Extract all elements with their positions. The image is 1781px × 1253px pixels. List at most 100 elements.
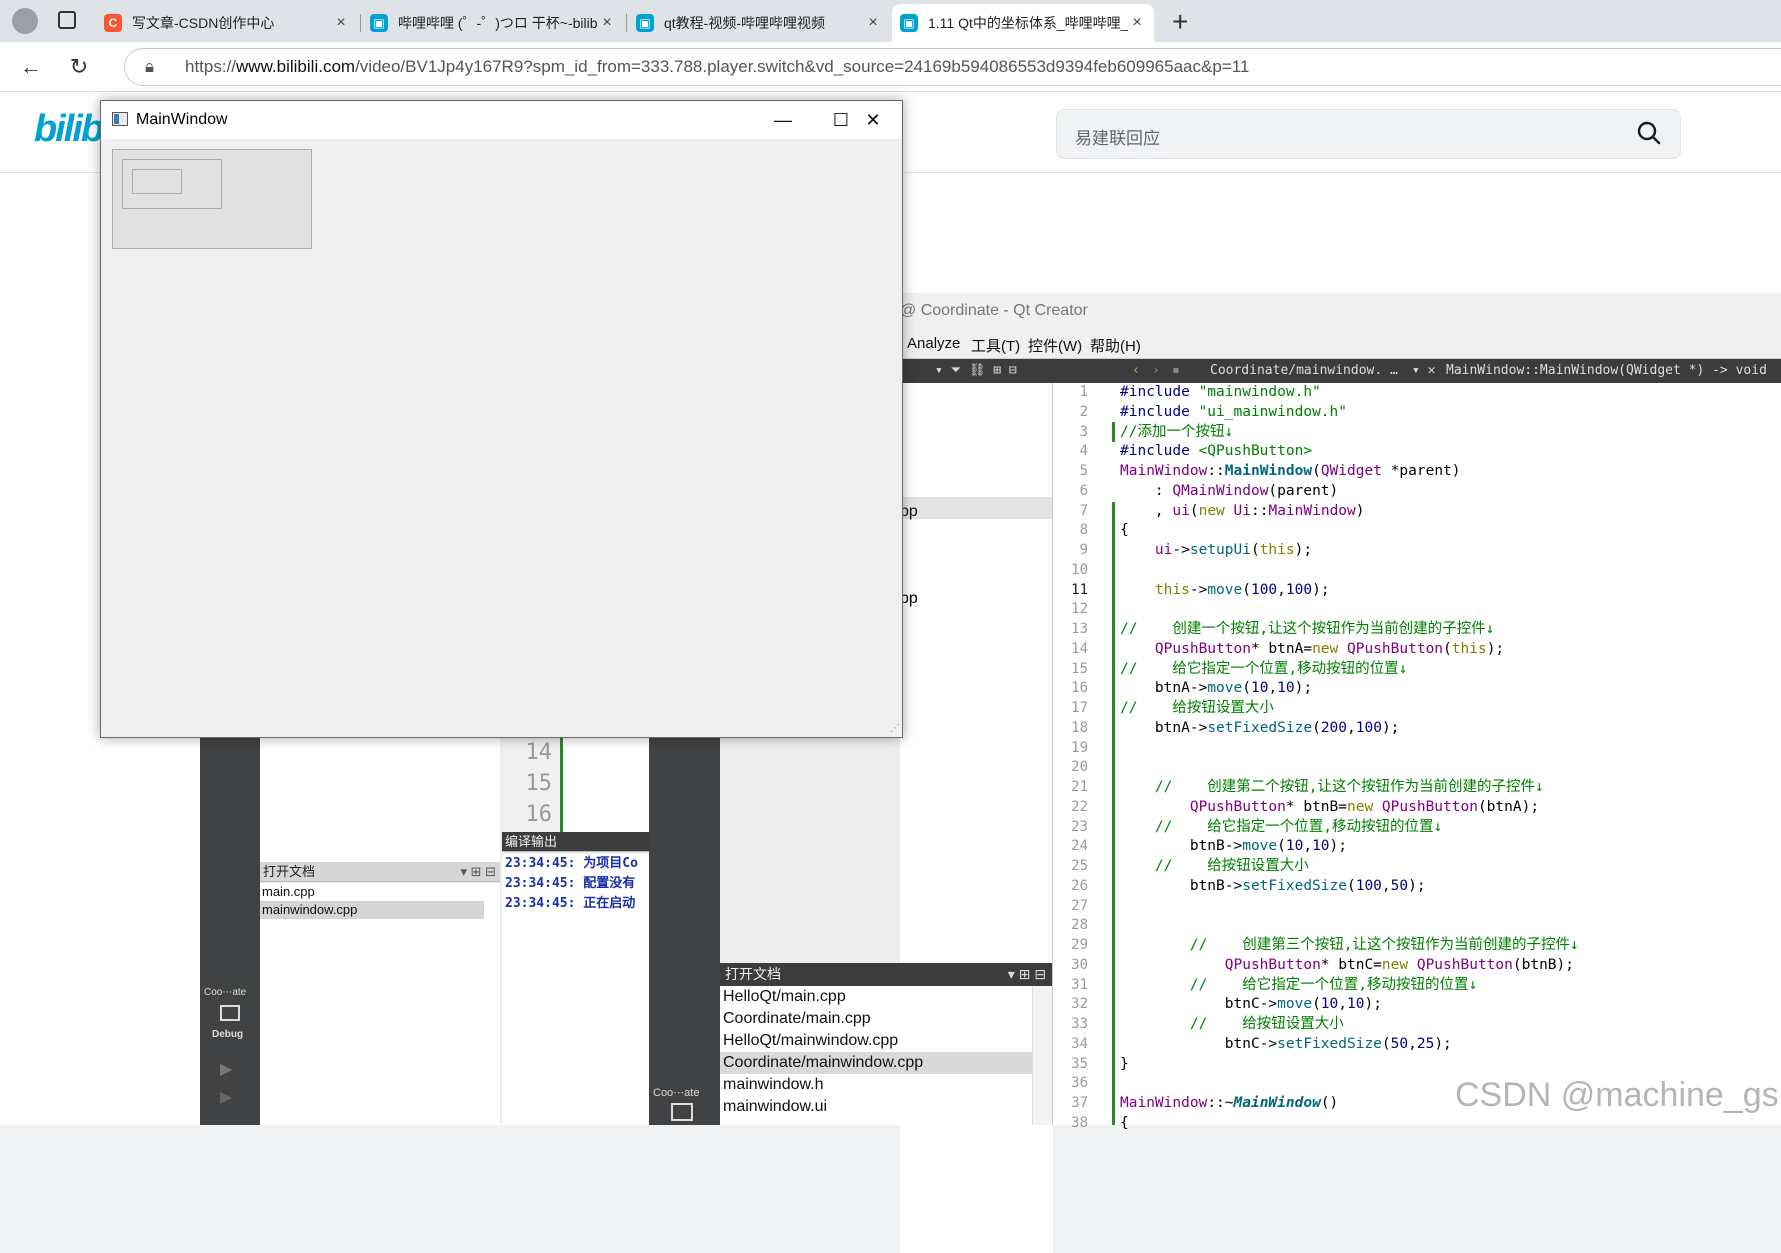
bilibili-tv-icon: ▣: [370, 14, 388, 32]
browser-address-bar: ← ↻ 🔒︎ https://www.bilibili.com/video/BV…: [0, 42, 1781, 92]
csdn-watermark: CSDN @machine_gsr: [1455, 1076, 1781, 1114]
qt-creator-menubar: Analyze 工具(T) 控件(W) 帮助(H): [900, 329, 1781, 359]
close-tab-icon[interactable]: ×: [1128, 14, 1146, 32]
resize-grip-icon[interactable]: ⋰: [888, 723, 900, 735]
list-item[interactable]: HelloQt/mainwindow.cpp: [720, 1030, 1032, 1052]
csdn-icon: C: [104, 14, 122, 32]
bilibili-tv-icon: ▣: [900, 14, 918, 32]
open-docs-small-list: main.cpp mainwindow.cpp: [260, 883, 500, 1125]
list-item[interactable]: HelloQt/main.cpp: [720, 986, 1032, 1008]
code-editor[interactable]: #include "mainwindow.h" #include "ui_mai…: [1118, 383, 1781, 1131]
line-number: 35: [1071, 1055, 1088, 1072]
list-item[interactable]: mainwindow.cpp: [260, 901, 484, 919]
list-item[interactable]: Coordinate/mainwindow.cpp: [720, 1052, 1032, 1074]
main-window-titlebar[interactable]: MainWindow — ☐ ✕: [101, 101, 902, 139]
app-window-icon: [112, 112, 128, 126]
line-number: 12: [1071, 601, 1088, 618]
qt-creator-title: @ Coordinate - Qt Creator: [900, 293, 1781, 329]
line-number: 28: [1071, 917, 1088, 934]
editor-symbol-combo[interactable]: MainWindow::MainWindow(QWidget *) -> voi…: [1446, 359, 1767, 383]
reload-icon[interactable]: ↻: [64, 52, 94, 82]
menu-help[interactable]: 帮助(H): [1090, 335, 1141, 356]
line-number: 20: [1071, 759, 1088, 776]
lock-icon: ▪: [1172, 363, 1180, 378]
menu-controls[interactable]: 控件(W): [1028, 335, 1082, 356]
debug-run-icon[interactable]: ▶: [220, 1087, 232, 1107]
run-icon[interactable]: ▶: [220, 1059, 232, 1079]
old-line-gutter: 14 15 16: [502, 737, 560, 832]
filter-icon[interactable]: ▾ ⏷ ⛓ ⊞ ⊟: [935, 359, 1017, 383]
line-number: 31: [1071, 976, 1088, 993]
push-button-c[interactable]: [132, 169, 182, 194]
mode-sidebar-2: Coo⋯ate: [649, 737, 720, 1125]
line-number: 23: [1071, 818, 1088, 835]
pane-controls-icon[interactable]: ▾ ⊞ ⊟: [460, 862, 496, 882]
line-number: 14: [1071, 640, 1088, 657]
tab-qt-tutorial[interactable]: ▣ qt教程-视频-哔哩哔哩视频 ×: [628, 4, 890, 42]
url-input[interactable]: 🔒︎ https://www.bilibili.com/video/BV1Jp4…: [124, 48, 1781, 86]
line-number: 6: [1079, 482, 1088, 499]
close-tab-icon[interactable]: ×: [864, 14, 882, 32]
mode-sidebar: Coo⋯ate Debug ▶ ▶: [200, 737, 260, 1125]
menu-tools[interactable]: 工具(T): [971, 335, 1020, 356]
line-number: 18: [1071, 719, 1088, 736]
line-number: 2: [1079, 403, 1088, 420]
list-item[interactable]: mainwindow.h: [720, 1074, 1032, 1096]
line-number: 17: [1071, 700, 1088, 716]
menu-analyze[interactable]: Analyze: [907, 335, 960, 352]
new-tab-button[interactable]: +: [1172, 6, 1188, 38]
editor-file-combo[interactable]: Coordinate/mainwindow. …: [1210, 359, 1398, 383]
line-number: 37: [1071, 1095, 1088, 1111]
compile-output-header: 编译输出: [502, 832, 649, 852]
line-number: 38: [1071, 1114, 1088, 1131]
editor-toolbar: ▾ ⏷ ⛓ ⊞ ⊟ ‹ › ▪ Coordinate/mainwindow. ……: [900, 359, 1781, 383]
line-number: 21: [1071, 779, 1088, 795]
search-icon[interactable]: [1636, 120, 1662, 146]
browser-tab-strip: C 写文章-CSDN创作中心 × ▣ 哔哩哔哩 (゜-゜)つロ 干杯~-bili…: [0, 0, 1781, 42]
line-number: 29: [1071, 937, 1088, 953]
line-number: 9: [1079, 542, 1088, 558]
close-doc-icon[interactable]: ▾ ✕: [1412, 359, 1435, 383]
main-window: MainWindow — ☐ ✕ ⋰: [100, 100, 903, 738]
line-number: 27: [1071, 897, 1088, 914]
line-number: 3: [1079, 423, 1088, 440]
tab-qt-coordinate[interactable]: ▣ 1.11 Qt中的坐标体系_哔哩哔哩_bi ×: [892, 4, 1154, 42]
line-number: 25: [1071, 858, 1088, 874]
monitor-icon[interactable]: [671, 1103, 693, 1121]
line-number: 30: [1071, 956, 1088, 973]
monitor-icon[interactable]: [220, 1005, 240, 1021]
line-number: 11: [1071, 581, 1088, 598]
push-button-b[interactable]: [122, 159, 222, 209]
list-item[interactable]: mainwindow.ui: [720, 1096, 1032, 1118]
line-number: 32: [1071, 996, 1088, 1013]
nav-back-icon[interactable]: ‹: [1132, 359, 1140, 383]
line-number: 8: [1079, 522, 1088, 539]
close-tab-icon[interactable]: ×: [332, 14, 350, 32]
close-button[interactable]: ✕: [844, 101, 902, 139]
scrollbar[interactable]: [1032, 986, 1052, 1125]
line-number-gutter: 1 2 3 4 5 6 7 8 9 10 11 12 13 14 15 16 17 18 19 20 21 22 23 24 2…: [1052, 383, 1118, 1131]
profile-avatar[interactable]: [12, 8, 38, 34]
nav-forward-icon[interactable]: ›: [1152, 359, 1160, 383]
line-number: 34: [1071, 1035, 1088, 1052]
pane-controls-icon[interactable]: ▾ ⊞ ⊟: [1008, 963, 1046, 986]
line-number: 33: [1071, 1016, 1088, 1032]
line-number: 10: [1071, 561, 1088, 578]
push-button-a[interactable]: [112, 149, 312, 249]
open-docs-list: HelloQt/main.cpp Coordinate/main.cpp Hel…: [720, 986, 1052, 1125]
tab-csdn[interactable]: C 写文章-CSDN创作中心 ×: [96, 4, 358, 42]
list-item[interactable]: Coordinate/main.cpp: [720, 1008, 1032, 1030]
open-docs-small-header: 打开文档 ▾ ⊞ ⊟: [260, 862, 500, 882]
minimize-button[interactable]: —: [754, 101, 812, 139]
line-number: 26: [1071, 877, 1088, 894]
tab-actions-icon[interactable]: [58, 11, 76, 29]
back-arrow-icon[interactable]: ←: [16, 52, 46, 82]
close-tab-icon[interactable]: ×: [598, 14, 616, 32]
bilibili-search-input[interactable]: 易建联回应: [1056, 109, 1681, 159]
list-item[interactable]: main.cpp: [260, 883, 500, 901]
line-number: 15: [1071, 660, 1088, 677]
tab-bilibili-home[interactable]: ▣ 哔哩哔哩 (゜-゜)つロ 干杯~-bilibi ×: [362, 4, 624, 42]
line-number: 36: [1071, 1075, 1088, 1092]
open-docs-header: 打开文档 ▾ ⊞ ⊟: [720, 963, 1052, 986]
lock-icon: 🔒︎: [145, 57, 155, 76]
